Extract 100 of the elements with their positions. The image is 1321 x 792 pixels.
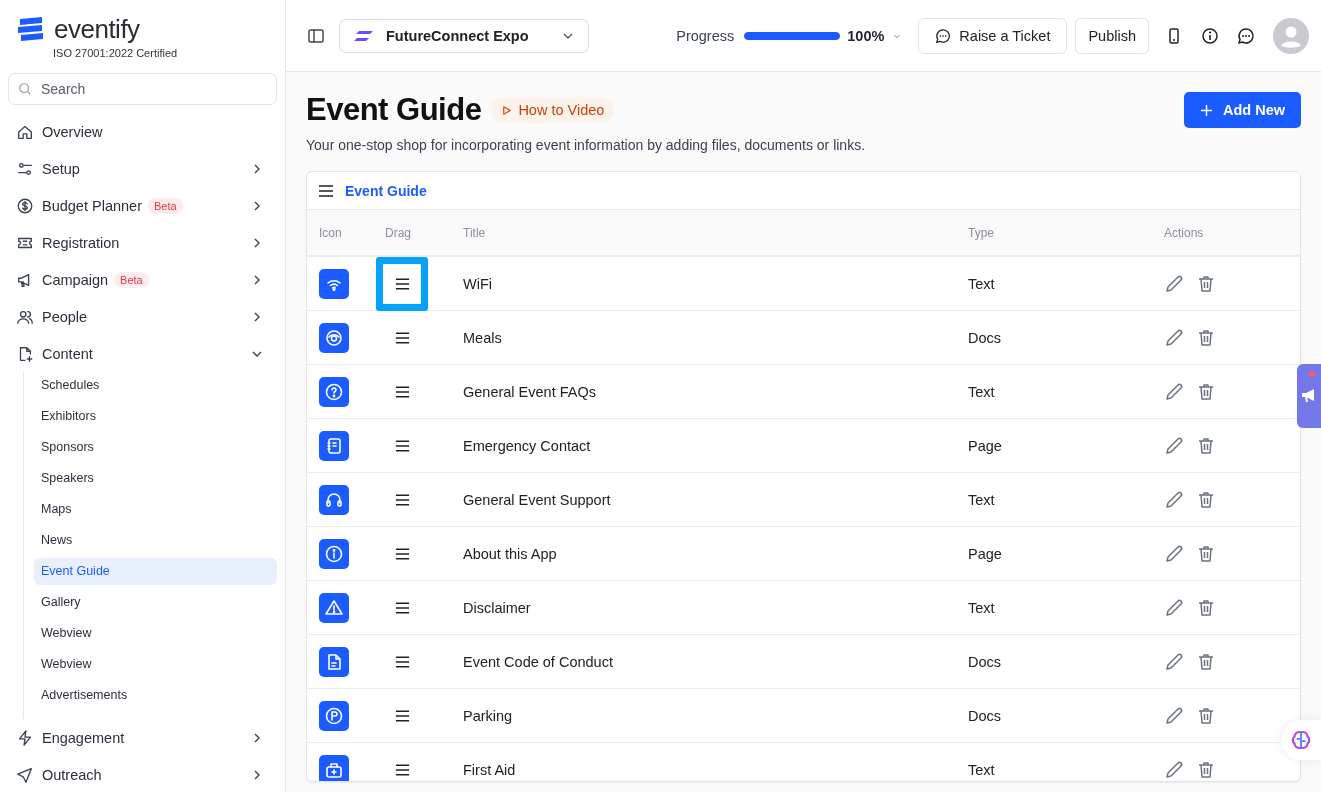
ai-assistant-button[interactable] bbox=[1281, 720, 1321, 760]
chat-icon bbox=[935, 27, 952, 44]
nav-label: Overview bbox=[42, 123, 103, 140]
delete-icon[interactable] bbox=[1196, 328, 1216, 348]
nav-item[interactable]: Content bbox=[8, 335, 277, 372]
edit-icon[interactable] bbox=[1164, 382, 1184, 402]
search-field[interactable]: Search bbox=[8, 73, 277, 105]
row-title: WiFi bbox=[463, 276, 492, 292]
brand-name: eventify bbox=[54, 14, 140, 45]
nav-subitem[interactable]: Advertisements bbox=[34, 682, 277, 709]
question-icon bbox=[319, 377, 349, 407]
row-type: Text bbox=[968, 276, 995, 292]
column-header: Drag bbox=[385, 225, 412, 240]
progress-label: Progress bbox=[676, 27, 735, 44]
row-type: Docs bbox=[968, 708, 1002, 724]
table-title: Event Guide bbox=[345, 182, 427, 199]
nav-subitem[interactable]: Webview bbox=[34, 620, 277, 647]
row-type: Docs bbox=[968, 330, 1002, 346]
add-new-button[interactable]: Add New bbox=[1183, 92, 1301, 128]
row-title: Disclaimer bbox=[463, 600, 531, 616]
delete-icon[interactable] bbox=[1196, 436, 1216, 456]
row-title: Emergency Contact bbox=[463, 438, 591, 454]
nav-label: Registration bbox=[42, 234, 120, 251]
wifi-icon bbox=[319, 269, 349, 299]
nav-item[interactable]: Campaign Beta bbox=[8, 261, 277, 298]
nav-label: Engagement bbox=[42, 729, 125, 746]
delete-icon[interactable] bbox=[1196, 382, 1216, 402]
play-icon bbox=[501, 104, 513, 116]
delete-icon[interactable] bbox=[1196, 490, 1216, 510]
meals-icon bbox=[319, 323, 349, 353]
edit-icon[interactable] bbox=[1164, 544, 1184, 564]
row-type: Text bbox=[968, 762, 995, 778]
document-icon bbox=[319, 647, 349, 677]
delete-icon[interactable] bbox=[1196, 274, 1216, 294]
notification-dot bbox=[1309, 371, 1315, 377]
progress-reading: 100% bbox=[847, 27, 885, 44]
nav-subitem[interactable]: News bbox=[34, 527, 277, 554]
raise-ticket-button[interactable]: Raise a Ticket bbox=[918, 17, 1068, 54]
nav-subitem[interactable]: Schedules bbox=[34, 372, 277, 399]
dollar-icon bbox=[16, 196, 34, 215]
beta-badge: Beta bbox=[114, 271, 149, 288]
edit-icon[interactable] bbox=[1164, 436, 1184, 456]
nav-subitem[interactable]: Sponsors bbox=[34, 434, 277, 461]
row-title: General Event Support bbox=[463, 492, 611, 508]
row-type: Text bbox=[968, 600, 995, 616]
edit-icon[interactable] bbox=[1164, 760, 1184, 780]
beta-badge: Beta bbox=[147, 197, 183, 214]
page-title: Event Guide bbox=[306, 92, 482, 128]
row-title: Parking bbox=[463, 708, 513, 724]
delete-icon[interactable] bbox=[1196, 652, 1216, 672]
nav-label: Content bbox=[42, 345, 93, 362]
edit-icon[interactable] bbox=[1164, 490, 1184, 510]
row-title: General Event FAQs bbox=[463, 384, 596, 400]
row-title: About this App bbox=[463, 546, 557, 562]
nav-subitem[interactable]: Event Guide bbox=[34, 558, 277, 585]
row-type: Docs bbox=[968, 654, 1002, 670]
chat-icon[interactable] bbox=[1237, 26, 1255, 45]
info-icon[interactable] bbox=[1201, 26, 1219, 45]
event-selector[interactable]: FutureConnect Expo bbox=[339, 18, 589, 53]
edit-icon[interactable] bbox=[1164, 706, 1184, 726]
delete-icon[interactable] bbox=[1196, 598, 1216, 618]
delete-icon[interactable] bbox=[1196, 706, 1216, 726]
edit-icon[interactable] bbox=[1164, 652, 1184, 672]
event-logo-icon bbox=[354, 29, 374, 42]
nav-subitem[interactable]: Gallery bbox=[34, 589, 277, 616]
certification-text: ISO 27001:2022 Certified bbox=[52, 47, 179, 59]
announcement-tab[interactable] bbox=[1297, 364, 1321, 428]
nav-label: Budget Planner bbox=[42, 197, 142, 214]
send-icon bbox=[16, 765, 34, 784]
edit-icon[interactable] bbox=[1164, 274, 1184, 294]
search-icon bbox=[18, 82, 32, 96]
edit-icon[interactable] bbox=[1164, 328, 1184, 348]
nav-subitem[interactable]: Webview bbox=[34, 651, 277, 678]
nav-item[interactable]: Registration bbox=[8, 224, 277, 261]
sidebar-toggle-icon[interactable] bbox=[307, 26, 325, 45]
headset-icon bbox=[319, 485, 349, 515]
drag-handle[interactable] bbox=[376, 257, 428, 311]
nav-item[interactable]: People bbox=[8, 298, 277, 335]
edit-icon[interactable] bbox=[1164, 598, 1184, 618]
nav-label: Setup bbox=[42, 160, 80, 177]
bolt-icon bbox=[16, 728, 34, 747]
nav-label: Campaign bbox=[42, 271, 109, 288]
nav-item[interactable]: Engagement bbox=[8, 719, 277, 756]
nav-subitem[interactable]: Exhibitors bbox=[34, 403, 277, 430]
parking-icon bbox=[319, 701, 349, 731]
nav-subitem[interactable]: Speakers bbox=[34, 465, 277, 492]
info-icon bbox=[319, 539, 349, 569]
delete-icon[interactable] bbox=[1196, 544, 1216, 564]
nav-item[interactable]: Overview bbox=[8, 113, 277, 150]
column-header: Title bbox=[463, 225, 487, 240]
column-header: Actions bbox=[1164, 225, 1205, 240]
row-type: Page bbox=[968, 438, 1002, 454]
nav-label: Outreach bbox=[42, 766, 102, 783]
nav-item[interactable]: Outreach bbox=[8, 756, 277, 792]
delete-icon[interactable] bbox=[1196, 760, 1216, 780]
how-to-video-link[interactable]: How to Video bbox=[491, 97, 615, 123]
nav-item[interactable]: Setup bbox=[8, 150, 277, 187]
nav-subitem[interactable]: Maps bbox=[34, 496, 277, 523]
nav-item[interactable]: Budget Planner Beta bbox=[8, 187, 277, 224]
publish-button[interactable]: Publish bbox=[1075, 17, 1149, 54]
